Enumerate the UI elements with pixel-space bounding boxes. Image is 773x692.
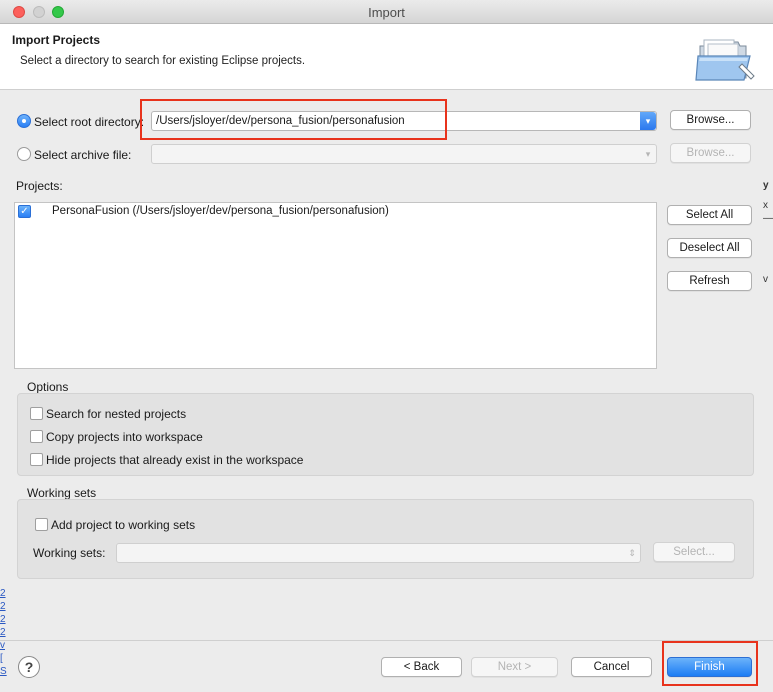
hide-existing-label: Hide projects that already exist in the … xyxy=(46,453,304,467)
working-sets-title: Working sets xyxy=(27,486,97,500)
background-link: 2 xyxy=(0,601,6,612)
open-folder-icon xyxy=(695,39,755,81)
project-label: PersonaFusion (/Users/jsloyer/dev/person… xyxy=(52,205,389,217)
background-link: 2 xyxy=(0,614,6,625)
title-bar: Import xyxy=(0,0,773,24)
background-window-links: 2 2 2 2 v [ S xyxy=(0,587,7,678)
list-item[interactable]: ✓ PersonaFusion (/Users/jsloyer/dev/pers… xyxy=(15,203,656,221)
background-text: y xyxy=(763,180,769,191)
next-button[interactable]: Next > xyxy=(471,657,558,677)
wizard-title: Import Projects xyxy=(12,33,101,47)
hide-existing-checkbox[interactable] xyxy=(30,453,43,466)
background-text: — xyxy=(763,213,773,224)
back-button[interactable]: < Back xyxy=(381,657,462,677)
add-to-working-sets-checkbox[interactable] xyxy=(35,518,48,531)
window-title: Import xyxy=(368,5,405,20)
browse-directory-button[interactable]: Browse... xyxy=(670,110,751,130)
projects-list[interactable]: ✓ PersonaFusion (/Users/jsloyer/dev/pers… xyxy=(14,202,657,369)
copy-projects-label: Copy projects into workspace xyxy=(46,430,203,444)
dropdown-arrow-icon[interactable]: ▾ xyxy=(640,145,656,163)
footer-divider xyxy=(0,640,773,641)
background-link: 2 xyxy=(0,627,6,638)
root-directory-highlight xyxy=(140,99,447,140)
copy-projects-checkbox[interactable] xyxy=(30,430,43,443)
select-working-sets-button[interactable]: Select... xyxy=(653,542,735,562)
nested-projects-checkbox[interactable] xyxy=(30,407,43,420)
dropdown-arrow-icon[interactable]: ⇕ xyxy=(624,544,640,562)
add-to-working-sets-label: Add project to working sets xyxy=(51,518,196,532)
root-directory-label: Select root directory: xyxy=(34,115,145,129)
projects-label: Projects: xyxy=(16,179,63,193)
select-all-button[interactable]: Select All xyxy=(667,205,752,225)
deselect-all-button[interactable]: Deselect All xyxy=(667,238,752,258)
options-group: Search for nested projects Copy projects… xyxy=(17,393,754,476)
refresh-button[interactable]: Refresh xyxy=(667,271,752,291)
help-icon[interactable]: ? xyxy=(18,656,40,678)
finish-highlight xyxy=(662,641,758,686)
background-text: v xyxy=(763,274,768,285)
working-sets-group: Add project to working sets Working sets… xyxy=(17,499,754,579)
wizard-header: Import Projects Select a directory to se… xyxy=(0,24,773,90)
background-link: S xyxy=(0,666,7,677)
cancel-button[interactable]: Cancel xyxy=(571,657,652,677)
root-directory-radio[interactable] xyxy=(17,114,31,128)
checkmark-icon[interactable]: ✓ xyxy=(18,205,31,218)
background-link: [ xyxy=(0,653,3,664)
dropdown-arrow-icon[interactable]: ▾ xyxy=(640,112,656,130)
background-link: 2 xyxy=(0,588,6,599)
background-text: x xyxy=(763,200,768,211)
options-title: Options xyxy=(27,380,69,394)
archive-file-combo[interactable]: ▾ xyxy=(151,144,657,164)
working-sets-combo[interactable]: ⇕ xyxy=(116,543,641,563)
browse-archive-button[interactable]: Browse... xyxy=(670,143,751,163)
archive-file-radio[interactable] xyxy=(17,147,31,161)
nested-projects-label: Search for nested projects xyxy=(46,407,187,421)
working-sets-label: Working sets: xyxy=(33,546,106,560)
archive-file-label: Select archive file: xyxy=(34,148,132,162)
wizard-description: Select a directory to search for existin… xyxy=(20,55,306,67)
